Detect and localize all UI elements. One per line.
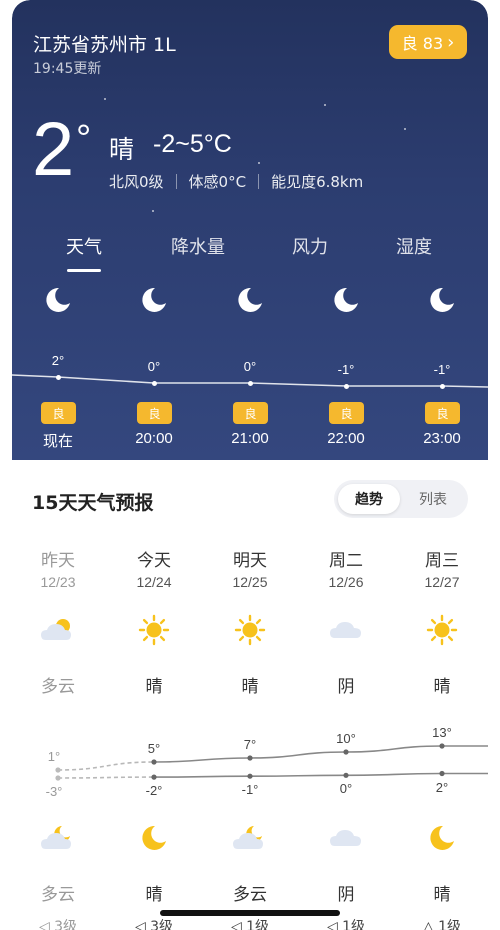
moon-icon	[142, 825, 166, 850]
hourly-temp-line	[12, 374, 488, 388]
high-temp-point	[55, 767, 61, 773]
hour-temp: 0°	[147, 359, 161, 374]
night-condition: 晴	[433, 885, 451, 905]
hour-temp: 0°	[243, 359, 257, 374]
high-temp-label: 5°	[147, 741, 161, 756]
hour-time: 20:00	[135, 430, 173, 447]
current-weather-panel: 江苏省苏州市 1L 19:45更新 良 83 › 2 ° 晴 -2~5°C 北风…	[12, 0, 488, 460]
sun-icon	[426, 614, 458, 646]
partly-cloudy-night-icon	[41, 826, 71, 849]
high-temp-point	[151, 759, 157, 765]
wind-level: ◁ 3级	[38, 919, 78, 930]
night-condition: 晴	[145, 885, 163, 905]
hour-aqi-badge: 良	[41, 402, 76, 424]
hour-time: 23:00	[423, 430, 461, 447]
moon-icon	[238, 287, 262, 312]
day-name[interactable]: 昨天	[12, 546, 106, 571]
high-temp-label: 13°	[432, 725, 452, 740]
hour-time: 现在	[42, 433, 73, 450]
hour-temp: -1°	[433, 362, 451, 377]
high-line	[153, 745, 488, 763]
hour-aqi-badge: 良	[329, 402, 364, 424]
day-name[interactable]: 明天	[202, 546, 298, 571]
low-temp-point	[343, 772, 349, 778]
moon-icon	[142, 287, 166, 312]
home-indicator[interactable]	[160, 910, 340, 916]
low-line	[153, 772, 488, 778]
cloud-icon	[330, 622, 361, 638]
low-temp-label: -2°	[145, 783, 163, 799]
day-condition: 多云	[41, 677, 75, 697]
hour-aqi-badge: 良	[233, 402, 268, 424]
low-temp-label: 2°	[435, 779, 449, 795]
forecast-card: 15天天气预报 趋势 列表 昨天 12/23 多云 1° -3° 多云 ◁ 3级 今天 12/2…	[12, 460, 488, 930]
high-temp-point	[343, 749, 349, 755]
day-date: 12/23	[40, 574, 76, 590]
night-condition: 多云	[233, 885, 267, 905]
high-temp-label: 7°	[243, 737, 257, 752]
hour-aqi-badge: 良	[425, 402, 460, 424]
day-date: 12/26	[328, 574, 364, 590]
moon-icon	[334, 287, 358, 312]
low-temp-point	[55, 775, 61, 781]
low-temp-label: -1°	[241, 782, 259, 798]
hour-temp: 2°	[51, 353, 65, 368]
day-name[interactable]: 今天	[106, 546, 202, 571]
day-date: 12/24	[136, 574, 172, 590]
partly-cloudy-icon	[41, 619, 71, 640]
weather-app: 江苏省苏州市 1L 19:45更新 良 83 › 2 ° 晴 -2~5°C 北风…	[12, 0, 488, 930]
moon-icon	[430, 287, 454, 312]
moon-icon	[430, 825, 454, 850]
sun-icon	[234, 614, 266, 646]
high-temp-point	[439, 743, 445, 749]
moon-icon	[46, 287, 70, 312]
hour-temp: -1°	[337, 362, 355, 377]
hour-time: 21:00	[231, 430, 269, 447]
hour-dot	[439, 383, 445, 389]
low-temp-label: -3°	[45, 784, 63, 799]
high-temp-label: 1°	[47, 749, 61, 764]
low-temp-point	[439, 770, 445, 777]
low-line-past	[57, 776, 155, 779]
day-date: 12/25	[232, 574, 268, 590]
wind-level: ◁ 1级	[326, 919, 366, 930]
wind-level: △ 1级	[422, 919, 462, 930]
low-temp-label: 0°	[339, 781, 353, 797]
hour-time: 22:00	[327, 430, 365, 447]
sun-icon	[138, 614, 170, 646]
hour-dot	[151, 380, 157, 386]
hour-aqi-badge: 良	[137, 402, 172, 424]
partly-cloudy-night-icon	[233, 826, 263, 849]
hour-dot	[343, 383, 349, 389]
day-date: 12/27	[424, 574, 460, 590]
wind-level: ◁ 3级	[134, 919, 174, 930]
night-condition: 多云	[41, 885, 75, 905]
wind-level: ◁ 1级	[230, 919, 270, 930]
low-temp-point	[247, 773, 253, 779]
low-temp-point	[151, 774, 157, 780]
day-condition: 晴	[241, 677, 259, 697]
day-condition: 晴	[433, 677, 451, 697]
day-name[interactable]: 周三	[394, 546, 488, 571]
hour-dot	[55, 374, 61, 380]
day-condition: 晴	[145, 677, 163, 697]
night-condition: 阴	[337, 885, 355, 905]
high-temp-label: 10°	[336, 731, 356, 746]
hour-dot	[247, 380, 253, 386]
day-name[interactable]: 周二	[298, 546, 394, 571]
cloud-icon	[330, 830, 361, 846]
day-condition: 阴	[337, 677, 355, 697]
high-temp-point	[247, 755, 253, 761]
